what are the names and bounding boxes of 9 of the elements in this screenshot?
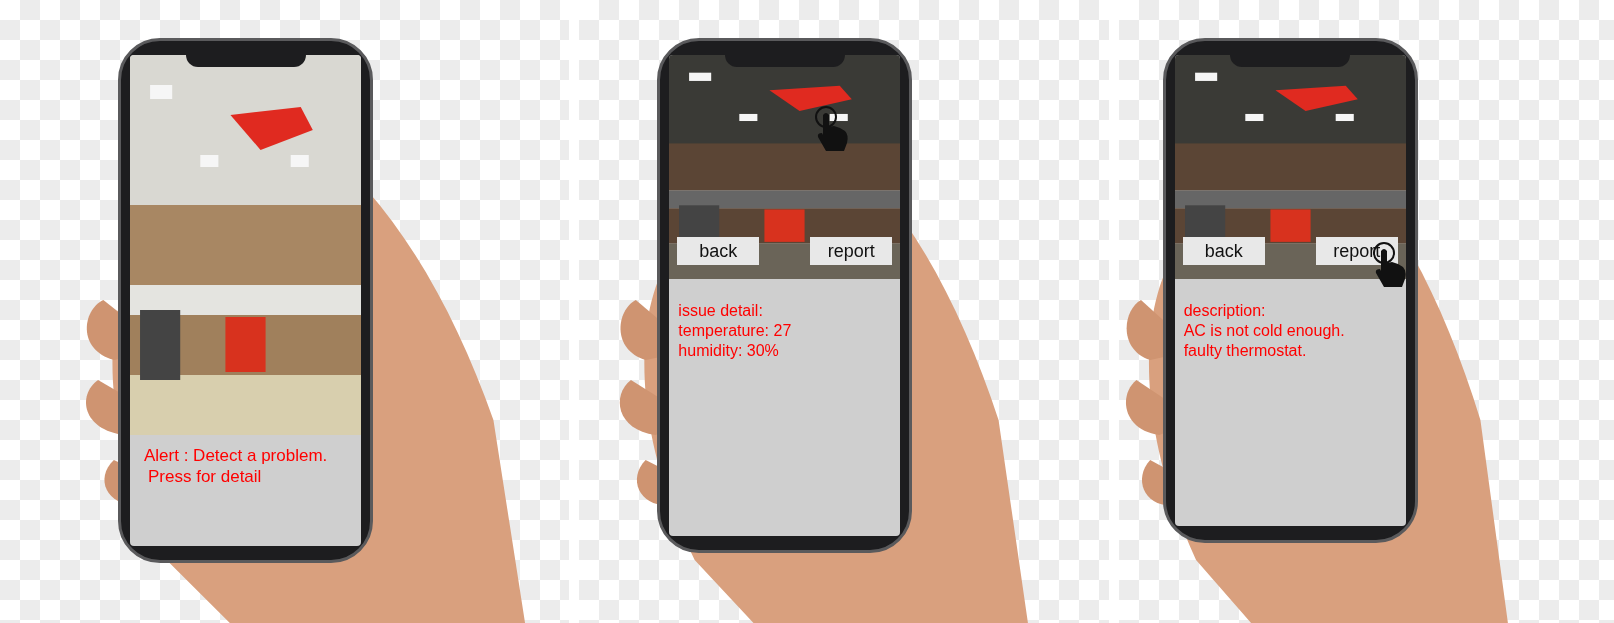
- back-button[interactable]: back: [1182, 237, 1265, 265]
- report-button[interactable]: report: [810, 237, 893, 265]
- detail-text: temperature: 27: [678, 321, 793, 341]
- detail-text: faulty thermostat.: [1183, 341, 1308, 361]
- detail-text: AC is not cold enough.: [1183, 321, 1346, 341]
- detail-text: issue detail:: [678, 301, 764, 321]
- back-button[interactable]: back: [677, 237, 760, 265]
- detail-text: humidity: 30%: [678, 341, 780, 361]
- detail-text: description:: [1183, 301, 1267, 321]
